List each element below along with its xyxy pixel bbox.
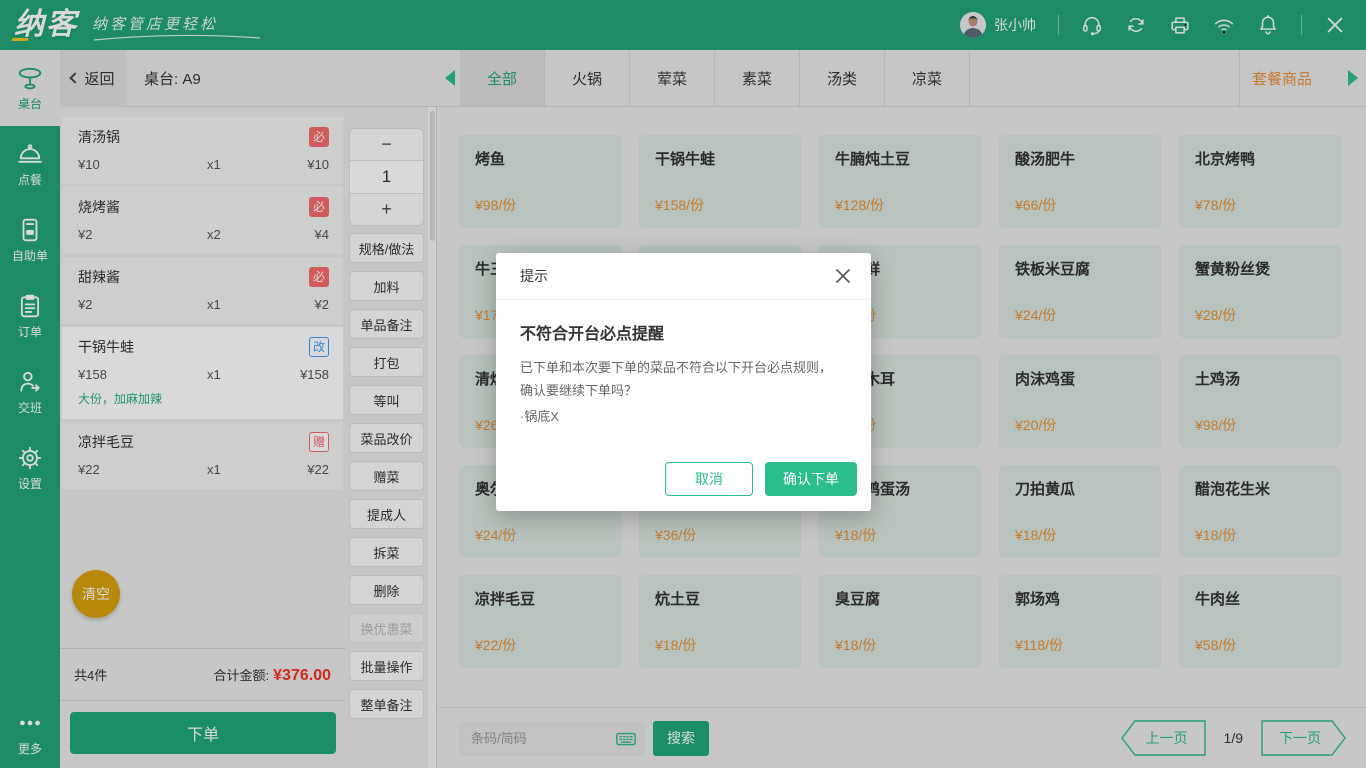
pos-screen: 纳客 纳客管店更轻松 张小帅 — [0, 0, 1366, 768]
dialog-message: 已下单和本次要下单的菜品不符合以下开台必点规则， 确认要继续下单吗？ — [520, 356, 847, 402]
dialog-rule-item: ·锅底X — [520, 406, 847, 425]
alert-dialog: 提示 不符合开台必点提醒 已下单和本次要下单的菜品不符合以下开台必点规则， 确认… — [496, 253, 871, 511]
dialog-title: 不符合开台必点提醒 — [520, 320, 847, 344]
dialog-header-title: 提示 — [520, 266, 548, 286]
cancel-button[interactable]: 取消 — [665, 462, 753, 496]
dialog-close-icon[interactable] — [835, 268, 851, 284]
confirm-order-button[interactable]: 确认下单 — [765, 462, 857, 496]
